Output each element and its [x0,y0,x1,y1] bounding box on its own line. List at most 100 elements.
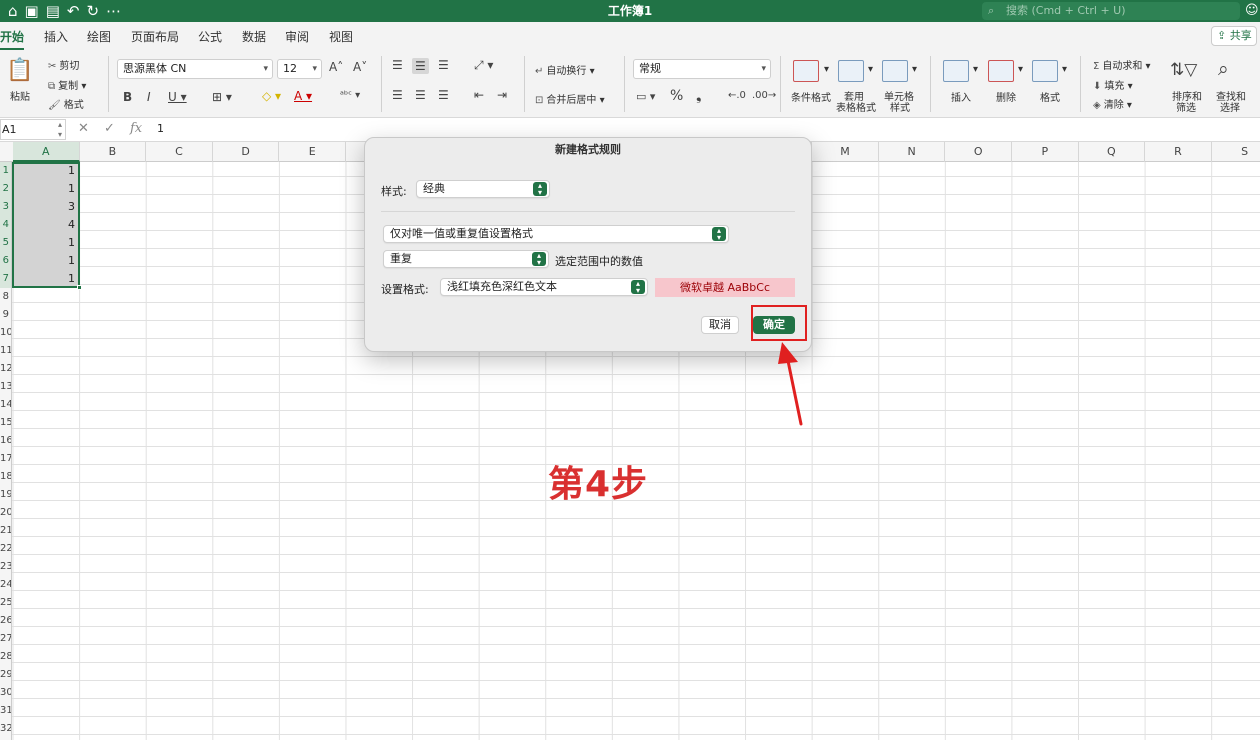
find-select-label-2[interactable]: 选择 [1220,99,1240,114]
cancel-button[interactable]: 取消 [701,316,739,334]
format-as-table-icon[interactable] [838,60,864,82]
tab-review[interactable]: 审阅 [285,28,309,45]
format-cells-icon[interactable] [1032,60,1058,82]
cut-button[interactable]: ✂ 剪切 [48,57,79,72]
align-center-icon[interactable]: ☰ [415,88,426,102]
insert-cells-button[interactable]: 插入 [951,89,971,104]
tab-data[interactable]: 数据 [242,28,266,45]
row-header-25[interactable]: 25 [0,594,11,612]
row-header-14[interactable]: 14 [0,396,11,414]
phonetic-icon[interactable]: ᵃᵇᶜ ▾ [340,90,360,101]
column-header-q[interactable]: Q [1079,142,1146,162]
column-header-c[interactable]: C [146,142,213,162]
sort-filter-label-2[interactable]: 筛选 [1176,99,1196,114]
cell-styles-label-2[interactable]: 样式 [890,99,910,114]
column-header-r[interactable]: R [1145,142,1212,162]
insert-cells-icon[interactable] [943,60,969,82]
row-header-28[interactable]: 28 [0,648,11,666]
comma-icon[interactable]: ❟ [696,88,702,104]
row-header-10[interactable]: 10 [0,324,11,342]
cell-styles-icon[interactable] [882,60,908,82]
tab-view[interactable]: 视图 [329,28,353,45]
column-header-e[interactable]: E [279,142,346,162]
duplicate-unique-select[interactable]: 重复 ▴ ▾ [383,250,549,268]
column-header-o[interactable]: O [945,142,1012,162]
underline-icon[interactable]: U ▾ [168,90,187,104]
orientation-icon[interactable]: ⤢ ▾ [474,58,493,73]
align-left-icon[interactable]: ☰ [392,88,403,102]
row-header-12[interactable]: 12 [0,360,11,378]
borders-icon[interactable]: ⊞ ▾ [212,90,232,104]
italic-icon[interactable]: I [147,90,151,104]
row-header-3[interactable]: 3 [0,198,11,216]
tab-home[interactable]: 开始 [0,28,25,51]
row-header-20[interactable]: 20 [0,504,11,522]
font-size-select[interactable]: 12 ▾ [277,59,322,79]
conditional-formatting-icon[interactable] [793,60,819,82]
row-header-21[interactable]: 21 [0,522,11,540]
column-header-b[interactable]: B [80,142,147,162]
conditional-formatting-button[interactable]: 条件格式 [791,89,831,104]
name-box[interactable]: A1 ▴ ▾ [0,119,66,140]
increase-font-icon[interactable]: A˄ [329,60,343,74]
row-header-19[interactable]: 19 [0,486,11,504]
fill-button[interactable]: ⬇ 填充 ▾ [1093,77,1133,92]
column-header-p[interactable]: P [1012,142,1079,162]
row-header-5[interactable]: 5 [0,234,11,252]
align-middle-icon[interactable]: ☰ [412,58,429,74]
find-select-icon[interactable]: ⌕ [1218,58,1229,80]
decrease-font-icon[interactable]: A˅ [353,60,367,74]
row-header-13[interactable]: 13 [0,378,11,396]
clear-button[interactable]: ◈ 清除 ▾ [1093,96,1132,111]
copy-button[interactable]: ⧉ 复制 ▾ [48,77,86,92]
confirm-edit-icon[interactable]: ✓ [104,121,115,136]
tab-draw[interactable]: 绘图 [87,28,111,45]
tab-formulas[interactable]: 公式 [198,28,222,45]
column-header-n[interactable]: N [879,142,946,162]
row-header-11[interactable]: 11 [0,342,11,360]
insert-function-icon[interactable]: fx [130,121,142,136]
row-header-29[interactable]: 29 [0,666,11,684]
row-header-15[interactable]: 15 [0,414,11,432]
row-header-30[interactable]: 30 [0,684,11,702]
style-select[interactable]: 经典 ▴ ▾ [416,180,550,198]
row-header-2[interactable]: 2 [0,180,11,198]
rule-type-select[interactable]: 仅对唯一值或重复值设置格式 ▴ ▾ [383,225,729,243]
share-button[interactable]: ⇪ 共享 [1211,26,1257,46]
percent-icon[interactable]: % [670,88,683,104]
increase-decimal-icon[interactable]: ←.0 [728,90,746,101]
fill-handle[interactable] [77,285,82,290]
align-top-icon[interactable]: ☰ [392,58,403,72]
row-header-31[interactable]: 31 [0,702,11,720]
tab-page-layout[interactable]: 页面布局 [131,28,179,45]
row-header-32[interactable]: 32 [0,720,11,738]
row-header-17[interactable]: 17 [0,450,11,468]
align-right-icon[interactable]: ☰ [438,88,449,102]
decrease-decimal-icon[interactable]: .00→ [752,90,776,101]
font-family-select[interactable]: 思源黑体 CN ▾ [117,59,273,79]
account-icon[interactable]: ☺ [1245,0,1259,22]
wrap-text-button[interactable]: ↵ 自动换行 ▾ [535,62,595,77]
format-cells-button[interactable]: 格式 [1040,89,1060,104]
column-header-m[interactable]: M [812,142,879,162]
row-header-6[interactable]: 6 [0,252,11,270]
formula-input[interactable]: 1 [157,122,164,135]
row-header-16[interactable]: 16 [0,432,11,450]
row-header-27[interactable]: 27 [0,630,11,648]
cancel-edit-icon[interactable]: ✕ [78,121,89,136]
row-header-8[interactable]: 8 [0,288,11,306]
autosum-button[interactable]: Σ 自动求和 ▾ [1093,57,1151,72]
delete-cells-icon[interactable] [988,60,1014,82]
increase-indent-icon[interactable]: ⇥ [497,88,507,102]
row-header-4[interactable]: 4 [0,216,11,234]
bold-icon[interactable]: B [123,90,132,104]
format-as-table-label-2[interactable]: 表格格式 [836,99,876,114]
font-color-icon[interactable]: A ▾ [294,89,312,103]
search-input[interactable]: ⌕ 搜索 (Cmd + Ctrl + U) [982,2,1240,20]
decrease-indent-icon[interactable]: ⇤ [474,88,484,102]
row-header-24[interactable]: 24 [0,576,11,594]
tab-insert[interactable]: 插入 [44,28,68,45]
row-header-22[interactable]: 22 [0,540,11,558]
sort-filter-icon[interactable]: ⇅▽ [1170,60,1197,80]
column-header-d[interactable]: D [213,142,280,162]
